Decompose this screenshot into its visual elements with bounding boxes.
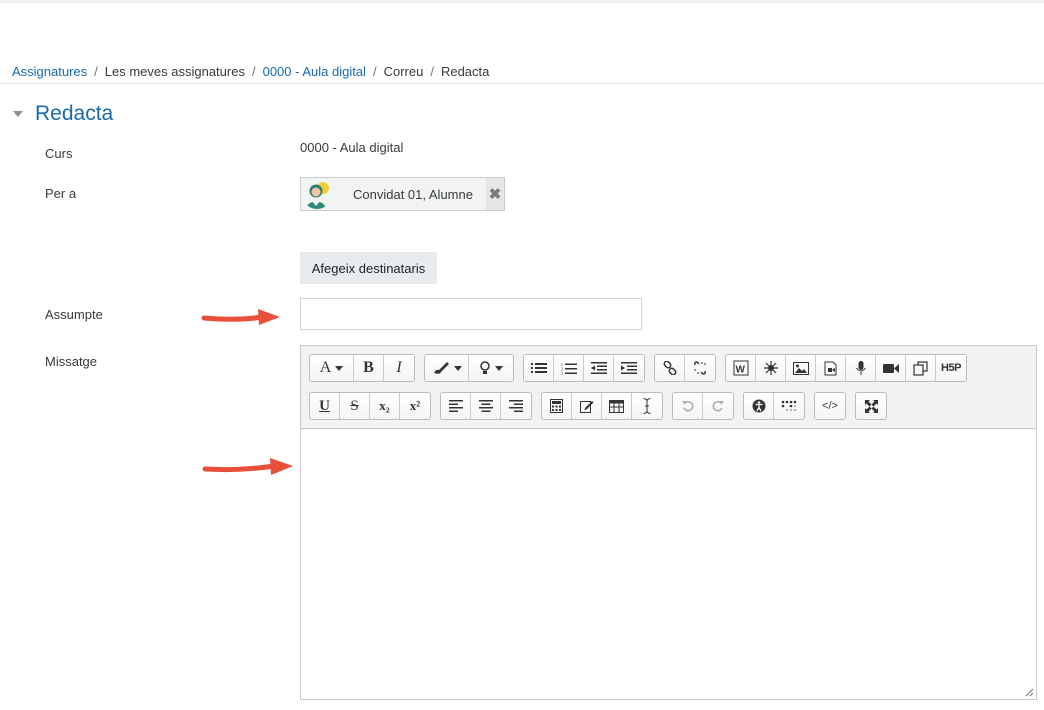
media-icon[interactable] [816, 355, 846, 381]
html-source-icon[interactable]: </> [815, 393, 845, 419]
page-title: Redacta [35, 102, 114, 125]
word-paste-icon[interactable]: W [726, 355, 756, 381]
breadcrumb-item-redacta: Redacta [440, 63, 490, 79]
italic-icon[interactable]: I [384, 355, 414, 381]
special-char-icon[interactable] [756, 355, 786, 381]
subscript-icon[interactable]: x₂ [370, 393, 400, 419]
breadcrumb-link-assignatures[interactable]: Assignatures [12, 64, 87, 79]
remove-recipient-icon[interactable]: ✖ [486, 178, 504, 210]
manage-files-icon[interactable] [906, 355, 936, 381]
highlight-icon[interactable] [469, 355, 513, 381]
record-video-icon[interactable] [876, 355, 906, 381]
h5p-icon[interactable]: H5P [936, 355, 966, 381]
collapse-caret-icon[interactable] [13, 111, 23, 117]
text-color-icon[interactable] [425, 355, 469, 381]
accessibility-checker-icon[interactable] [744, 393, 774, 419]
outdent-icon[interactable] [584, 355, 614, 381]
breadcrumb-separator: / [94, 63, 98, 79]
toolbar-group-tools [541, 392, 663, 420]
breadcrumb-divider [0, 83, 1044, 84]
link-icon[interactable] [655, 355, 685, 381]
recipient-name: Convidat 01, Alumne [353, 186, 486, 202]
toolbar-group-source: </> [814, 392, 846, 420]
annotation-arrow-icon [201, 309, 280, 325]
bold-icon[interactable]: B [354, 355, 384, 381]
table-icon[interactable] [602, 393, 632, 419]
toolbar-group-align [440, 392, 532, 420]
breadcrumb-item-les-meves-assignatures: Les meves assignatures [104, 63, 245, 79]
toolbar-group-links [654, 354, 716, 382]
recipient-chip: Convidat 01, Alumne ✖ [300, 177, 505, 211]
edit-equation-icon[interactable] [572, 393, 602, 419]
breadcrumb-separator: / [372, 63, 377, 79]
toolbar-group-fullscreen [855, 392, 887, 420]
add-recipients-button[interactable]: Afegeix destinataris [300, 252, 437, 284]
toolbar-group-history [672, 392, 734, 420]
strikethrough-icon[interactable]: S [340, 393, 370, 419]
resize-handle-icon[interactable] [1024, 687, 1034, 697]
ordered-list-icon[interactable]: 123 [554, 355, 584, 381]
course-value: 0000 - Aula digital [300, 140, 404, 155]
image-icon[interactable] [786, 355, 816, 381]
svg-text:W: W [735, 365, 745, 376]
course-label: Curs [45, 146, 73, 161]
toolbar-row-1: A B I 123 W H5P [309, 354, 976, 382]
breadcrumb-item-correu: Correu [383, 63, 424, 79]
section-header[interactable]: Redacta [10, 102, 113, 126]
align-left-icon[interactable] [441, 393, 471, 419]
unlink-icon[interactable] [685, 355, 715, 381]
breadcrumb-separator: / [430, 63, 434, 79]
toolbar-group-insert: W H5P [725, 354, 967, 382]
toolbar-group-colors [424, 354, 514, 382]
fullscreen-icon[interactable] [856, 393, 886, 419]
underline-icon[interactable]: U [310, 393, 340, 419]
unordered-list-icon[interactable] [524, 355, 554, 381]
align-center-icon[interactable] [471, 393, 501, 419]
toolbar-row-2: U S x₂ x² </> [309, 392, 896, 420]
message-editor: A B I 123 W H5P U S x₂ x² </> [300, 345, 1037, 700]
editor-toolbar: A B I 123 W H5P U S x₂ x² </> [301, 346, 1036, 429]
toolbar-group-style: A B I [309, 354, 415, 382]
text-cursor-icon[interactable] [632, 393, 662, 419]
align-right-icon[interactable] [501, 393, 531, 419]
record-audio-icon[interactable] [846, 355, 876, 381]
top-strip [0, 0, 1044, 3]
to-label: Per a [45, 186, 77, 201]
screenreader-helper-icon[interactable] [774, 393, 804, 419]
toolbar-group-accessibility [743, 392, 805, 420]
avatar [302, 179, 332, 209]
breadcrumb-separator: / [251, 63, 256, 79]
annotation-arrow-icon [202, 458, 293, 475]
font-icon[interactable]: A [310, 355, 354, 381]
subject-label: Assumpte [45, 307, 103, 322]
toolbar-group-lists: 123 [523, 354, 645, 382]
message-label: Missatge [45, 354, 98, 369]
subject-input[interactable] [300, 298, 642, 330]
superscript-icon[interactable]: x² [400, 393, 430, 419]
undo-icon[interactable] [673, 393, 703, 419]
calculator-icon[interactable] [542, 393, 572, 419]
indent-icon[interactable] [614, 355, 644, 381]
redo-icon[interactable] [703, 393, 733, 419]
toolbar-group-text-format: U S x₂ x² [309, 392, 431, 420]
breadcrumb: Assignatures / Les meves assignatures / … [12, 62, 489, 80]
svg-text:3: 3 [561, 371, 563, 375]
message-content-area[interactable] [301, 430, 1036, 699]
breadcrumb-link-course[interactable]: 0000 - Aula digital [263, 64, 366, 79]
